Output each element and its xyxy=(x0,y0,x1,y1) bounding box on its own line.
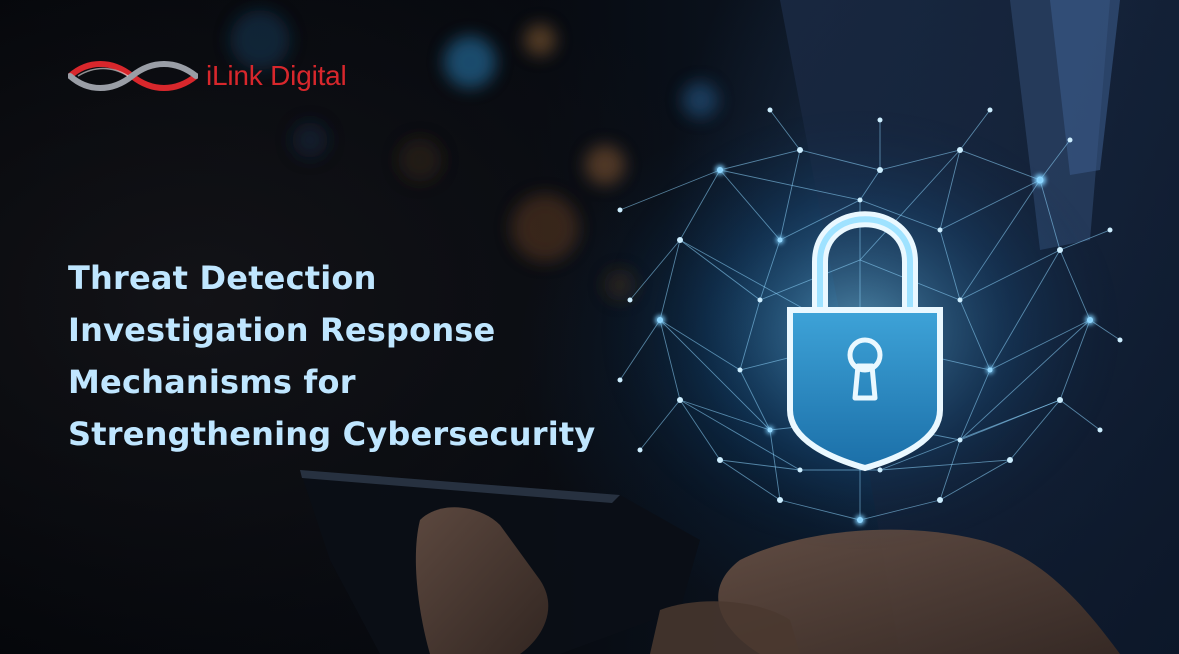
headline-line-3: Mechanisms for xyxy=(68,363,356,401)
headline-line-1: Threat Detection xyxy=(68,259,377,297)
brand-name: iLink Digital xyxy=(206,60,347,91)
headline-line-2: Investigation Response xyxy=(68,311,496,349)
ilink-logo-mark-icon xyxy=(68,61,198,91)
headline-line-4: Strengthening Cybersecurity xyxy=(68,415,596,453)
cybersecurity-banner: iLink Digital Threat Detection Investiga… xyxy=(0,0,1179,654)
headline: Threat Detection Investigation Response … xyxy=(68,252,708,460)
brand-logo[interactable]: iLink Digital xyxy=(68,56,347,96)
